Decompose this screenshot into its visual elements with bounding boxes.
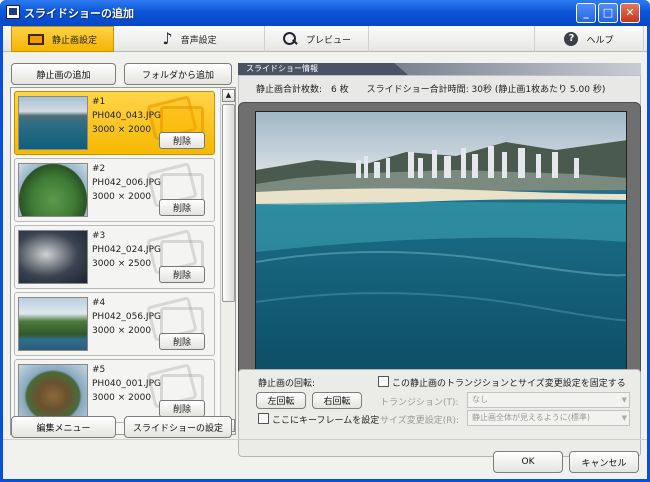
scroll-up-arrow-icon[interactable]: ▲: [222, 89, 235, 102]
scrollbar-thumb[interactable]: [222, 104, 235, 302]
image-dimensions: 3000 × 2000: [92, 393, 152, 403]
cancel-button[interactable]: キャンセル: [569, 451, 639, 473]
tab-label: 静止画設定: [51, 35, 97, 46]
minimize-button[interactable]: _: [576, 3, 596, 23]
app-icon: [6, 5, 20, 19]
footer-divider: [3, 439, 647, 440]
add-from-folder-button[interactable]: フォルダから追加: [124, 63, 232, 85]
tab-still-image-settings[interactable]: 静止画設定: [11, 26, 114, 52]
rotation-label: 静止画の回転:: [258, 379, 316, 389]
image-number: #5: [92, 365, 106, 375]
image-dimensions: 3000 × 2500: [92, 259, 152, 269]
image-number: #2: [92, 164, 106, 174]
tab-label: 音声設定: [180, 35, 217, 46]
preview-image: [255, 111, 627, 385]
thumbnail: [18, 96, 88, 150]
title-bar: スライドショーの追加 _ □ ✕: [0, 0, 650, 26]
delete-button[interactable]: 削除: [159, 400, 205, 417]
add-image-button[interactable]: 静止画の追加: [11, 63, 116, 85]
edit-menu-button[interactable]: 編集メニュー: [11, 416, 116, 438]
tab-help[interactable]: ? ヘルプ: [534, 26, 644, 52]
delete-button[interactable]: 削除: [159, 333, 205, 350]
preview-frame: [238, 102, 641, 396]
image-filename: PH042_006.JPG: [92, 178, 161, 188]
window-title: スライドショーの追加: [24, 7, 134, 20]
dialog-window: スライドショーの追加 _ □ ✕ 静止画設定 ♪ 音声設定 プレビュー ? ヘル…: [0, 0, 650, 482]
help-icon: ?: [564, 32, 579, 46]
rotate-right-button[interactable]: 右回転: [312, 392, 362, 409]
info-header: スライドショー情報: [238, 63, 408, 75]
tab-bar: 静止画設定 ♪ 音声設定 プレビュー ? ヘルプ: [3, 26, 647, 52]
delete-button[interactable]: 削除: [159, 266, 205, 283]
thumbnail: [18, 364, 88, 418]
tab-label: プレビュー: [305, 35, 351, 46]
rotate-left-button[interactable]: 左回転: [256, 392, 306, 409]
image-number: #4: [92, 298, 106, 308]
ok-button[interactable]: OK: [493, 451, 563, 473]
keyframe-checkbox[interactable]: [258, 413, 269, 424]
resize-select[interactable]: 静止画全体が見えるように(標準): [467, 410, 630, 426]
fix-transition-checkbox[interactable]: [378, 376, 389, 387]
preview-magnifier-icon: [282, 31, 298, 47]
list-scrollbar[interactable]: ▲ ▼: [220, 88, 235, 434]
list-item[interactable]: #1 PH040_043.JPG 3000 × 2000 削除: [14, 91, 215, 155]
tab-label: ヘルプ: [586, 35, 614, 46]
list-item[interactable]: #3 PH042_024.JPG 3000 × 2500 削除: [14, 225, 215, 289]
image-controls-panel: 静止画の回転: 左回転 右回転 ここにキーフレームを設定 この静止画のトランジシ…: [238, 369, 641, 457]
slideshow-info-text: 静止画合計枚数: 6 枚 スライドショー合計時間: 30秒 (静止画1枚あたり …: [256, 85, 606, 95]
image-list[interactable]: #1 PH040_043.JPG 3000 × 2000 削除 #2 PH042…: [10, 87, 236, 435]
keyframe-checkbox-label: ここにキーフレームを設定: [272, 416, 380, 426]
thumbnail: [18, 297, 88, 351]
tab-preview[interactable]: プレビュー: [265, 26, 369, 52]
image-filename: PH040_043.JPG: [92, 111, 161, 121]
beach-city-photo: [256, 112, 626, 384]
transition-label: トランジション(T):: [380, 398, 459, 408]
image-filename: PH042_056.JPG: [92, 312, 161, 322]
dialog-body: 静止画設定 ♪ 音声設定 プレビュー ? ヘルプ 静止画の追加 フォルダから追加: [3, 26, 647, 479]
image-dimensions: 3000 × 2000: [92, 192, 152, 202]
thumbnail: [18, 230, 88, 284]
delete-button[interactable]: 削除: [159, 132, 205, 149]
music-note-icon: ♪: [162, 29, 173, 48]
slideshow-settings-button[interactable]: スライドショーの設定: [124, 416, 232, 438]
close-button[interactable]: ✕: [620, 3, 640, 23]
tab-audio-settings[interactable]: ♪ 音声設定: [115, 26, 265, 52]
image-number: #3: [92, 231, 106, 241]
resize-label: サイズ変更設定(R):: [380, 416, 460, 426]
transition-select[interactable]: なし: [467, 392, 630, 408]
image-dimensions: 3000 × 2000: [92, 125, 152, 135]
image-filename: PH040_001.JPG: [92, 379, 161, 389]
thumbnail: [18, 163, 88, 217]
image-dimensions: 3000 × 2000: [92, 326, 152, 336]
list-item[interactable]: #2 PH042_006.JPG 3000 × 2000 削除: [14, 158, 215, 222]
list-item[interactable]: #4 PH042_056.JPG 3000 × 2000 削除: [14, 292, 215, 356]
image-filename: PH042_024.JPG: [92, 245, 161, 255]
fix-transition-label: この静止画のトランジションとサイズ変更設定を固定する: [392, 379, 626, 389]
image-number: #1: [92, 97, 106, 107]
still-image-icon: [27, 33, 44, 45]
maximize-button[interactable]: □: [598, 3, 618, 23]
list-item[interactable]: #5 PH040_001.JPG 3000 × 2000 削除: [14, 359, 215, 423]
delete-button[interactable]: 削除: [159, 199, 205, 216]
